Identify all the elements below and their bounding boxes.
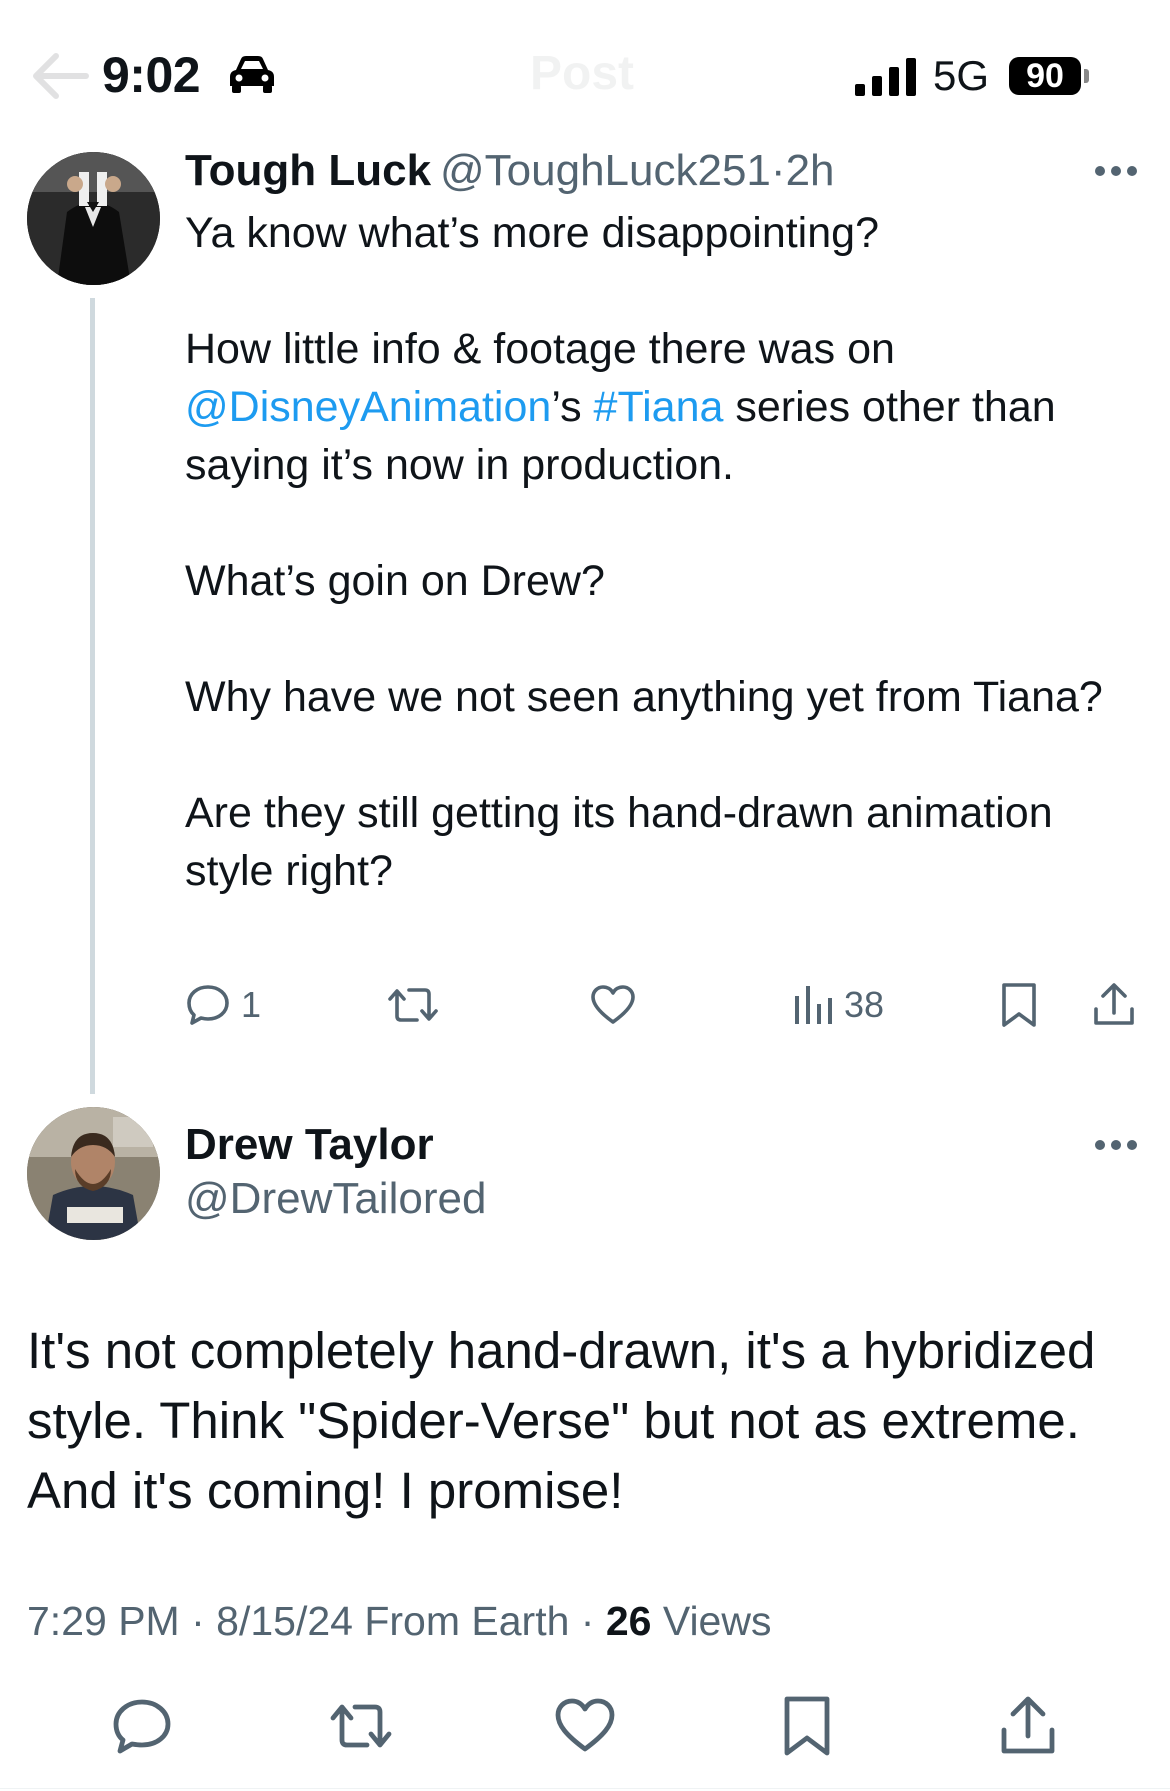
post-action-bar [0, 1694, 1170, 1764]
avatar[interactable] [27, 152, 160, 285]
author-handle[interactable]: @ToughLuck251 [440, 146, 771, 195]
views-icon [795, 986, 832, 1024]
tweet-paragraph: Why have we not seen anything yet from T… [185, 673, 1103, 721]
reply-count: 1 [241, 984, 262, 1025]
signal-icon [855, 58, 916, 96]
share-button[interactable] [1091, 980, 1137, 1030]
back-arrow-icon[interactable] [30, 50, 90, 102]
avatar-photo [27, 1107, 160, 1240]
network-type: 5G [933, 52, 990, 99]
tweet-paragraph: How little info & footage there was on @… [185, 320, 1145, 494]
views-button[interactable]: 38 [792, 980, 884, 1030]
reply-icon[interactable] [110, 1694, 174, 1758]
author-handle-time: @ToughLuck251·2h [440, 146, 835, 196]
author-name[interactable]: Drew Taylor [185, 1120, 434, 1170]
battery-tip [1084, 69, 1089, 83]
reply-icon [187, 985, 229, 1025]
like-button[interactable] [589, 980, 637, 1030]
thread-line [90, 298, 95, 1094]
post-age: 2h [785, 146, 835, 195]
tweet-text: Ya know what’s more disappointing? How l… [185, 204, 1145, 900]
bookmark-icon [1002, 983, 1036, 1027]
tweet-paragraph: What’s goin on Drew? [185, 557, 605, 605]
views-count: 26 [605, 1598, 652, 1644]
more-icon[interactable] [1093, 1138, 1139, 1152]
status-time: 9:02 [102, 47, 201, 103]
avatar-photo [27, 152, 160, 285]
header-title: Post [530, 47, 635, 100]
views-label[interactable]: Views [663, 1598, 772, 1644]
tweet-actions: 1 38 [185, 980, 1145, 1030]
post-time: 7:29 PM [27, 1598, 180, 1644]
heart-icon [591, 985, 635, 1024]
text-segment: ’s [551, 383, 594, 431]
text-segment: How little info & footage there was on [185, 325, 895, 373]
reply-button[interactable]: 1 [185, 980, 261, 1030]
status-bar: 9:02 Post 5G 90 [0, 0, 1170, 150]
bookmark-button[interactable] [999, 980, 1039, 1030]
repost-button[interactable] [387, 980, 439, 1030]
tweet-text: It's not completely hand-drawn, it's a h… [27, 1322, 1096, 1519]
post-source: From Earth [364, 1598, 570, 1644]
car-icon [230, 56, 274, 93]
divider [0, 1788, 1170, 1789]
tweet-paragraph: Are they still getting its hand-drawn an… [185, 789, 1053, 895]
hashtag-link[interactable]: #Tiana [594, 383, 724, 431]
share-icon [1094, 983, 1134, 1025]
heart-icon[interactable] [553, 1694, 617, 1758]
share-icon[interactable] [996, 1694, 1060, 1758]
views-count: 38 [844, 984, 885, 1025]
more-icon[interactable] [1093, 164, 1139, 178]
avatar[interactable] [27, 1107, 160, 1240]
post-date: 8/15/24 [216, 1598, 353, 1644]
repost-icon[interactable] [329, 1694, 393, 1758]
tweet-paragraph: Ya know what’s more disappointing? [185, 209, 879, 257]
battery-icon: 90 [1009, 57, 1081, 95]
author-name[interactable]: Tough Luck [185, 146, 431, 196]
repost-icon [388, 988, 438, 1022]
meta-separator: · [770, 146, 786, 195]
mention-link[interactable]: @DisneyAnimation [185, 383, 551, 431]
author-handle[interactable]: @DrewTailored [185, 1174, 486, 1224]
post-metadata: 7:29 PM · 8/15/24 From Earth · 26 Views [27, 1598, 772, 1644]
bookmark-icon[interactable] [775, 1694, 839, 1758]
